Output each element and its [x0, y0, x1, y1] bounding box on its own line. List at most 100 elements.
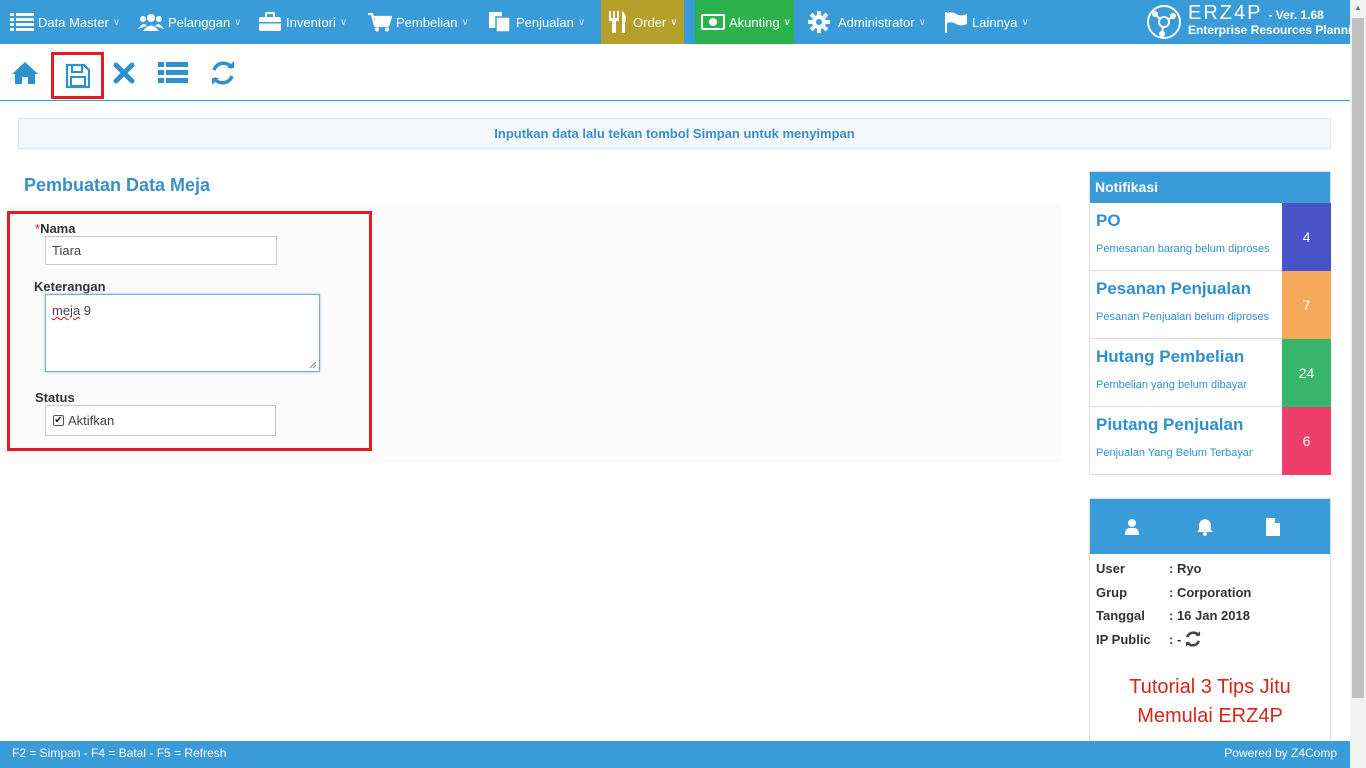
notification-item-hutang-pembelian[interactable]: Hutang Pembelian Pembelian yang belum di…	[1090, 339, 1331, 407]
notification-count: 6	[1282, 407, 1331, 475]
notification-desc: Pesanan Penjualan belum diproses	[1096, 311, 1270, 323]
home-button[interactable]	[10, 58, 40, 88]
tutorial-line-1: Tutorial 3 Tips Jitu	[1129, 676, 1291, 698]
nav-label: Penjualan	[516, 14, 574, 30]
list-button[interactable]	[158, 58, 188, 88]
ip-public-value: : -	[1169, 630, 1202, 648]
tanggal-value: : 16 Jan 2018	[1169, 608, 1250, 623]
status-field: ✔ Aktifkan	[45, 405, 276, 436]
top-navigation-bar: Data Master ∨ Pelanggan ∨ Inventori ∨ Pe…	[0, 0, 1366, 44]
utensils-icon	[607, 10, 629, 34]
refresh-icon	[212, 61, 234, 85]
brand-name: ERZ4P	[1188, 2, 1263, 24]
scrollbar-thumb[interactable]	[1352, 18, 1364, 698]
notification-desc: Pembelian yang belum dibayar	[1096, 379, 1248, 391]
brand-subtitle: Enterprise Resources Planning	[1188, 23, 1366, 37]
list-icon	[158, 62, 188, 83]
nav-akunting[interactable]: Akunting ∨	[695, 0, 794, 44]
brand: ERZ4P - Ver. 1.68 Enterprise Resources Pl…	[1145, 3, 1366, 41]
file-icon[interactable]	[1263, 517, 1283, 537]
notification-title: Piutang Penjualan	[1096, 415, 1244, 434]
save-button[interactable]	[51, 52, 104, 99]
chevron-down-icon: ∨	[1021, 16, 1029, 28]
notification-desc: Penjualan Yang Belum Terbayar	[1096, 447, 1253, 459]
close-icon	[113, 62, 135, 84]
nav-lainnya[interactable]: Lainnya ∨	[944, 0, 1029, 44]
meja-form: *Nama Tiara Keterangan meja 9 Status ✔ A…	[7, 211, 372, 451]
nav-label: Administrator	[838, 14, 915, 30]
nama-label: *Nama	[35, 221, 75, 236]
resize-handle-icon[interactable]	[309, 361, 317, 369]
footer: F2 = Simpan - F4 = Batal - F5 = Refresh …	[0, 741, 1350, 768]
spellcheck-word: meja	[52, 303, 81, 318]
refresh-button[interactable]	[208, 58, 238, 88]
user-icon[interactable]	[1122, 517, 1142, 537]
nama-input-value: Tiara	[52, 243, 82, 258]
grup-label: Grup	[1096, 585, 1128, 600]
user-info-panel: User : Ryo Grup : Corporation Tanggal : …	[1089, 498, 1331, 748]
notification-item-pesanan-penjualan[interactable]: Pesanan Penjualan Pesanan Penjualan belu…	[1090, 271, 1331, 339]
cart-icon	[368, 12, 392, 32]
chevron-down-icon: ∨	[577, 16, 586, 28]
list-icon	[10, 12, 34, 32]
tutorial-line-2: Memulai ERZ4P	[1137, 705, 1283, 727]
cancel-button[interactable]	[109, 58, 139, 88]
grup-value: : Corporation	[1169, 585, 1252, 600]
status-label: Status	[35, 390, 75, 405]
user-info-header	[1090, 499, 1330, 554]
notification-count: 7	[1282, 271, 1331, 339]
erz4p-logo-icon	[1147, 5, 1181, 39]
info-message: Inputkan data lalu tekan tombol Simpan u…	[18, 118, 1331, 149]
nav-label: Lainnya	[972, 14, 1018, 30]
nav-label: Akunting	[729, 14, 780, 30]
nama-input[interactable]: Tiara	[45, 236, 277, 265]
user-value: : Ryo	[1169, 561, 1202, 576]
chevron-down-icon: ∨	[112, 16, 121, 28]
notification-count: 24	[1282, 339, 1331, 407]
keyboard-shortcuts: F2 = Simpan - F4 = Batal - F5 = Refresh	[12, 746, 227, 760]
notification-item-po[interactable]: PO Pemesanan barang belum diproses 4	[1090, 203, 1331, 271]
notification-title: PO	[1096, 211, 1121, 230]
nav-pelanggan[interactable]: Pelanggan ∨	[138, 0, 242, 44]
nav-label: Data Master	[38, 14, 109, 30]
status-checkbox[interactable]: ✔	[53, 415, 64, 426]
action-toolbar	[0, 44, 1350, 101]
briefcase-icon	[258, 12, 282, 32]
nav-inventori[interactable]: Inventori ∨	[258, 0, 347, 44]
notification-count: 4	[1282, 203, 1331, 271]
nama-label-text: Nama	[40, 221, 76, 236]
notification-panel: Notifikasi PO Pemesanan barang belum dip…	[1089, 171, 1331, 475]
save-icon	[65, 63, 90, 88]
money-icon	[701, 13, 725, 31]
keterangan-label: Keterangan	[34, 279, 106, 294]
tutorial-link[interactable]: Tutorial 3 Tips Jitu Memulai ERZ4P	[1090, 673, 1330, 731]
notification-item-piutang-penjualan[interactable]: Piutang Penjualan Penjualan Yang Belum T…	[1090, 407, 1331, 475]
nav-order[interactable]: Order ∨	[601, 0, 684, 44]
keterangan-value: meja 9	[52, 303, 91, 318]
powered-by: Powered by Z4Comp	[1224, 746, 1337, 760]
notification-header: Notifikasi	[1090, 172, 1330, 203]
chevron-down-icon: ∨	[234, 16, 242, 28]
nav-administrator[interactable]: Administrator ∨	[808, 0, 926, 44]
scroll-up-arrow-icon[interactable]: ▲	[1350, 0, 1366, 16]
vertical-scrollbar[interactable]: ▲	[1350, 0, 1366, 768]
keterangan-textarea[interactable]: meja 9	[45, 294, 320, 372]
bell-icon[interactable]	[1195, 517, 1215, 537]
nav-label: Order	[633, 14, 667, 30]
brand-version: - Ver. 1.68	[1268, 8, 1324, 22]
flag-icon	[944, 11, 968, 33]
notification-title: Pesanan Penjualan	[1096, 279, 1251, 298]
keterangan-value-rest: 9	[80, 303, 92, 318]
home-icon	[12, 62, 38, 84]
nav-pembelian[interactable]: Pembelian ∨	[368, 0, 469, 44]
chevron-down-icon: ∨	[783, 16, 791, 28]
notification-desc: Pemesanan barang belum diproses	[1096, 243, 1270, 255]
nav-data-master[interactable]: Data Master ∨	[10, 0, 120, 44]
ip-public-text: : -	[1169, 631, 1182, 647]
ip-public-label: IP Public	[1096, 632, 1151, 647]
nav-penjualan[interactable]: Penjualan ∨	[488, 0, 585, 44]
nav-label: Pembelian	[396, 14, 458, 30]
chevron-down-icon: ∨	[918, 16, 926, 28]
refresh-ip-icon[interactable]	[1184, 630, 1202, 648]
page-title: Pembuatan Data Meja	[24, 175, 211, 195]
